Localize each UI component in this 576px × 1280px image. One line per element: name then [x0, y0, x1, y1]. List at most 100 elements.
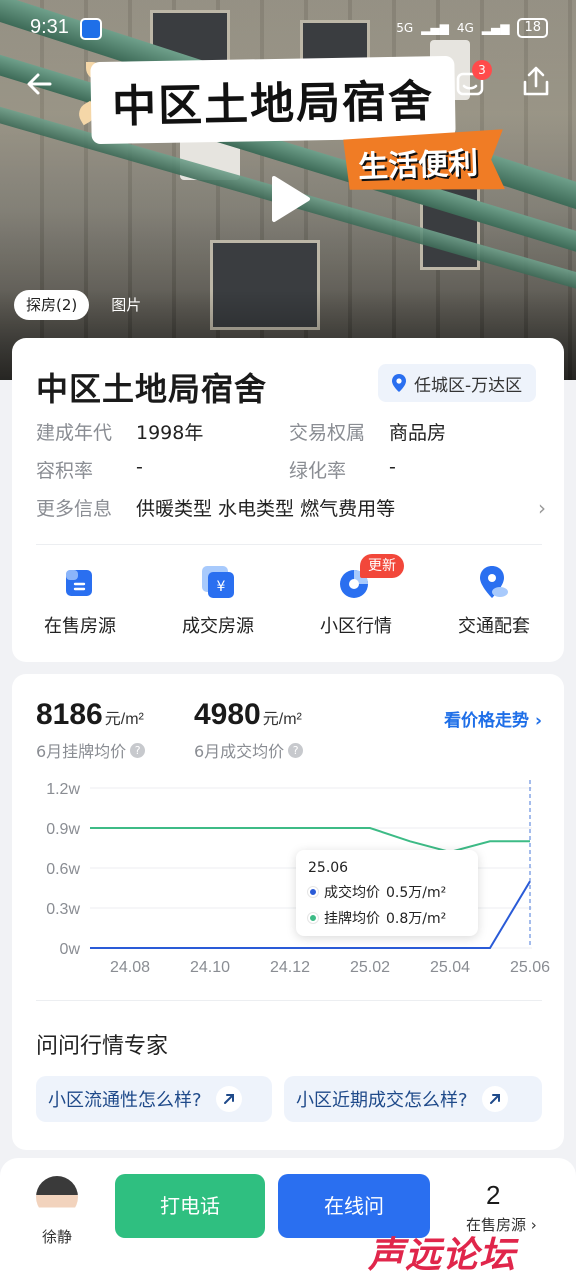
map-pin-icon — [480, 566, 508, 598]
svg-text:¥: ¥ — [217, 579, 226, 595]
signal-icon: ▂▄▆ — [481, 21, 510, 35]
top-nav: 3 — [0, 60, 576, 108]
share-icon[interactable] — [518, 64, 554, 100]
chart-tooltip: 25.06 成交均价 0.5万/m² 挂牌均价 0.8万/m² — [296, 850, 478, 936]
back-arrow-icon[interactable] — [22, 66, 58, 102]
attr-more-info[interactable]: 更多信息 供暖类型 水电类型 燃气费用等 — [36, 494, 546, 521]
attr-build-year: 建成年代 1998年 — [36, 418, 203, 445]
quick-link-label: 交通配套 — [458, 616, 530, 637]
x-tick-label: 24.12 — [270, 959, 310, 976]
price-line-chart[interactable]: 1.2w 0.9w 0.6w 0.3w 0w 24.08 24.10 24.12 25.02 25… — [12, 770, 564, 990]
deal-avg-price: 4980 元/m² — [194, 698, 302, 732]
video-overlay-subtitle: 生活便利 — [343, 129, 505, 195]
quick-link-transport[interactable]: 交通配套 — [434, 564, 554, 638]
help-icon[interactable]: ? — [130, 742, 146, 758]
attr-key: 容积率 — [36, 460, 94, 482]
deal-avg-value: 4980 — [194, 698, 261, 731]
tooltip-series-value: 0.8万/m² — [386, 911, 447, 927]
attr-value: - — [389, 456, 396, 478]
divider — [36, 1000, 542, 1001]
x-tick-label: 25.06 — [510, 959, 550, 976]
call-button[interactable]: 打电话 — [115, 1174, 265, 1238]
play-icon[interactable] — [268, 174, 312, 224]
attr-key: 更多信息 — [36, 498, 113, 520]
price-unit: 元/m² — [104, 711, 144, 728]
y-tick-label: 1.2w — [46, 781, 80, 798]
quick-link-listings[interactable]: 在售房源 — [20, 564, 140, 638]
attr-green-ratio: 绿化率 - — [289, 456, 396, 483]
ask-chip-recent-deals[interactable]: 小区近期成交怎么样? — [284, 1076, 542, 1122]
x-tick-label: 24.10 — [190, 959, 230, 976]
series-dot — [308, 913, 318, 923]
y-tick-label: 0.3w — [46, 901, 80, 918]
quick-link-label: 成交房源 — [182, 616, 254, 637]
attr-ownership: 交易权属 商品房 — [289, 418, 446, 445]
signal-icon: ▂▄▆ — [421, 21, 449, 35]
message-badge: 3 — [472, 60, 492, 80]
tooltip-series-value: 0.5万/m² — [386, 885, 447, 901]
price-trend-link[interactable]: 看价格走势 › — [444, 706, 542, 731]
estate-info-card: 中区土地局宿舍 任城区-万达区 建成年代 1998年 交易权属 商品房 容积率 … — [12, 338, 564, 662]
deal-label: 6月成交均价 — [194, 742, 285, 761]
status-time: 9:31 — [30, 16, 69, 38]
location-label: 任城区-万达区 — [414, 375, 523, 396]
media-tabs: 探房(2) 图片 — [14, 290, 153, 320]
y-tick-label: 0.9w — [46, 821, 80, 838]
listing-avg-price: 8186 元/m² — [36, 698, 144, 732]
forum-watermark: 声远论坛 — [368, 1235, 517, 1276]
tooltip-row: 成交均价 0.5万/m² — [308, 882, 466, 902]
series-line-3dbb86 — [90, 827, 530, 854]
x-tick-label: 25.04 — [430, 959, 470, 976]
attr-plot-ratio: 容积率 - — [36, 456, 143, 483]
arrow-up-right-icon — [481, 1086, 508, 1112]
location-chip[interactable]: 任城区-万达区 — [378, 364, 537, 402]
onsale-count[interactable]: 2 — [486, 1180, 500, 1211]
network-label: 5G — [396, 21, 414, 35]
listing-avg-label: 6月挂牌均价 ? — [36, 738, 146, 762]
help-icon[interactable]: ? — [288, 742, 304, 758]
attr-value: 1998年 — [136, 422, 204, 444]
divider — [36, 544, 542, 545]
tab-photos[interactable]: 图片 — [99, 290, 153, 320]
network-label-2: 4G — [456, 21, 474, 35]
attr-value: 商品房 — [389, 422, 447, 444]
tooltip-series-name: 挂牌均价 — [324, 911, 380, 927]
listing-label: 6月挂牌均价 — [36, 742, 127, 761]
battery-icon: 18 — [517, 18, 548, 38]
x-tick-label: 24.08 — [110, 959, 150, 976]
chevron-right-icon: › — [530, 1216, 537, 1234]
attr-value: - — [136, 456, 143, 478]
tooltip-title: 25.06 — [308, 860, 349, 876]
attr-key: 建成年代 — [36, 422, 113, 444]
app-notification-icon — [80, 18, 102, 40]
quick-link-label: 在售房源 — [44, 616, 116, 637]
attr-key: 绿化率 — [289, 460, 347, 482]
x-tick-label: 25.02 — [350, 959, 390, 976]
y-tick-label: 0w — [60, 941, 81, 958]
ask-chip-liquidity[interactable]: 小区流通性怎么样? — [36, 1076, 272, 1122]
listing-avg-value: 8186 — [36, 698, 103, 731]
quick-link-deals[interactable]: ¥ 成交房源 — [158, 564, 278, 638]
chevron-right-icon: › — [534, 711, 542, 731]
arrow-up-right-icon — [215, 1086, 242, 1112]
attr-key: 交易权属 — [289, 422, 366, 444]
tab-tour[interactable]: 探房(2) — [14, 290, 90, 320]
location-pin-icon — [392, 374, 406, 392]
status-bar: 9:31 5G ▂▄▆ 4G ▂▄▆ 18 — [0, 14, 576, 44]
listing-icon — [66, 570, 92, 596]
ask-chip-label: 小区流通性怎么样? — [48, 1090, 202, 1111]
chevron-right-icon[interactable]: › — [538, 496, 546, 520]
deal-avg-label: 6月成交均价 ? — [194, 738, 304, 762]
hero-video[interactable]: 9:31 5G ▂▄▆ 4G ▂▄▆ 18 中区土地局宿舍 生活便利 3 探房(… — [0, 0, 576, 380]
price-card: 8186 元/m² 6月挂牌均价 ? 4980 元/m² 6月成交均价 ? 看价格走… — [12, 674, 564, 1150]
yuan-deal-icon: ¥ — [202, 566, 234, 598]
quick-link-label: 小区行情 — [320, 616, 392, 637]
agent-name: 徐静 — [42, 1228, 73, 1246]
tooltip-row: 挂牌均价 0.8万/m² — [308, 908, 466, 928]
y-tick-label: 0.6w — [46, 861, 80, 878]
series-dot — [308, 887, 318, 897]
agent-avatar[interactable] — [36, 1176, 78, 1218]
ask-expert-title: 问问行情专家 — [36, 1034, 169, 1059]
update-badge: 更新 — [360, 554, 404, 578]
attr-value: 供暖类型 水电类型 燃气费用等 — [136, 498, 396, 520]
